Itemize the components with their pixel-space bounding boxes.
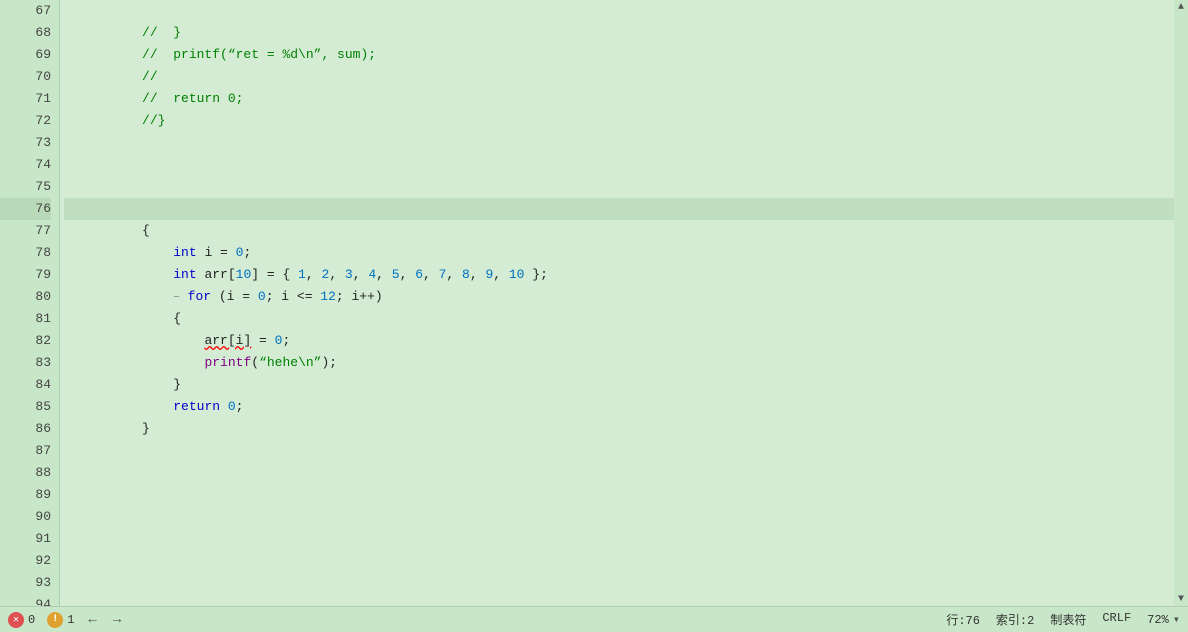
col-indicator: 索引:2: [996, 611, 1034, 628]
code-line-91: [64, 528, 1174, 550]
warning-count: 1: [67, 613, 74, 627]
line-num-79: 79: [0, 264, 51, 286]
encoding-indicator: CRLF: [1102, 611, 1131, 628]
line-num-94: 94: [0, 594, 51, 606]
line-num-74: 74: [0, 154, 51, 176]
code-line-94: [64, 594, 1174, 606]
line-num-87: 87: [0, 440, 51, 462]
code-line-74: [64, 154, 1174, 176]
zoom-down-icon[interactable]: ▾: [1173, 612, 1180, 627]
code-line-79: − for (i = 0; i <= 12; i++): [64, 264, 1174, 286]
line-num-86: 86: [0, 418, 51, 440]
code-line-69: //: [64, 44, 1174, 66]
line-num-78: 78: [0, 242, 51, 264]
line-num-72: 72: [0, 110, 51, 132]
editor-area: 67 68 69 70 71 72 73 74 75 76 77 78 79 8…: [0, 0, 1188, 606]
code-line-77: int i = 0;: [64, 220, 1174, 242]
line-num-68: 68: [0, 22, 51, 44]
line-num-92: 92: [0, 550, 51, 572]
line-num-88: 88: [0, 462, 51, 484]
line-num-93: 93: [0, 572, 51, 594]
forward-arrow-icon[interactable]: →: [111, 612, 123, 628]
code-line-68: // printf(“ret = %d\n”, sum);: [64, 22, 1174, 44]
scrollbar-down-arrow[interactable]: ▼: [1174, 592, 1188, 606]
code-line-87: [64, 440, 1174, 462]
scrollbar-up-arrow[interactable]: ▲: [1174, 0, 1188, 14]
code-line-73: [64, 132, 1174, 154]
line-numbers: 67 68 69 70 71 72 73 74 75 76 77 78 79 8…: [0, 0, 60, 606]
line-num-80: 80: [0, 286, 51, 308]
code-line-70: // return 0;: [64, 66, 1174, 88]
line-num-67: 67: [0, 0, 51, 22]
code-line-93: [64, 572, 1174, 594]
code-line-82: printf(“hehe\n”);: [64, 330, 1174, 352]
error-icon: ✕: [8, 612, 24, 628]
line-num-90: 90: [0, 506, 51, 528]
line-num-81: 81: [0, 308, 51, 330]
code-line-89: [64, 484, 1174, 506]
code-line-76: {: [64, 198, 1174, 220]
line-num-71: 71: [0, 88, 51, 110]
line-num-89: 89: [0, 484, 51, 506]
code-line-75: −int main(): [64, 176, 1174, 198]
scrollbar-vertical[interactable]: ▲ ▼: [1174, 0, 1188, 606]
line-num-84: 84: [0, 374, 51, 396]
code-line-67: // }: [64, 0, 1174, 22]
line-num-76: 76: [0, 198, 51, 220]
line-num-83: 83: [0, 352, 51, 374]
code-line-80: {: [64, 286, 1174, 308]
code-content[interactable]: // } // printf(“ret = %d\n”, sum); // //…: [60, 0, 1174, 606]
error-indicator: ✕ 0: [8, 612, 35, 628]
line-num-82: 82: [0, 330, 51, 352]
code-line-84: return 0;: [64, 374, 1174, 396]
zoom-control[interactable]: 72% ▾: [1147, 611, 1180, 628]
nav-forward[interactable]: →: [111, 612, 123, 628]
line-num-91: 91: [0, 528, 51, 550]
row-indicator: 行:76: [946, 611, 980, 628]
code-line-71: //}: [64, 88, 1174, 110]
code-line-83: }: [64, 352, 1174, 374]
code-line-78: int arr[10] = { 1, 2, 3, 4, 5, 6, 7, 8, …: [64, 242, 1174, 264]
code-line-72: [64, 110, 1174, 132]
line-num-77: 77: [0, 220, 51, 242]
back-arrow-icon[interactable]: ←: [86, 612, 98, 628]
nav-backward[interactable]: ←: [86, 612, 98, 628]
line-num-69: 69: [0, 44, 51, 66]
warning-indicator: ! 1: [47, 612, 74, 628]
code-line-92: [64, 550, 1174, 572]
code-line-86: [64, 418, 1174, 440]
code-line-90: [64, 506, 1174, 528]
line-num-73: 73: [0, 132, 51, 154]
code-line-85: }: [64, 396, 1174, 418]
error-count: 0: [28, 613, 35, 627]
bottom-bar: ✕ 0 ! 1 ← → 行:76 索引:2 制表符 CRLF 72% ▾: [0, 606, 1188, 632]
line-num-70: 70: [0, 66, 51, 88]
code-line-88: [64, 462, 1174, 484]
line-num-85: 85: [0, 396, 51, 418]
line-num-75: 75: [0, 176, 51, 198]
bottom-right-info: 行:76 索引:2 制表符 CRLF 72% ▾: [946, 611, 1180, 628]
zoom-level: 72%: [1147, 613, 1169, 627]
code-line-81: arr[i] = 0;: [64, 308, 1174, 330]
mode-indicator: 制表符: [1050, 611, 1086, 628]
warning-icon: !: [47, 612, 63, 628]
